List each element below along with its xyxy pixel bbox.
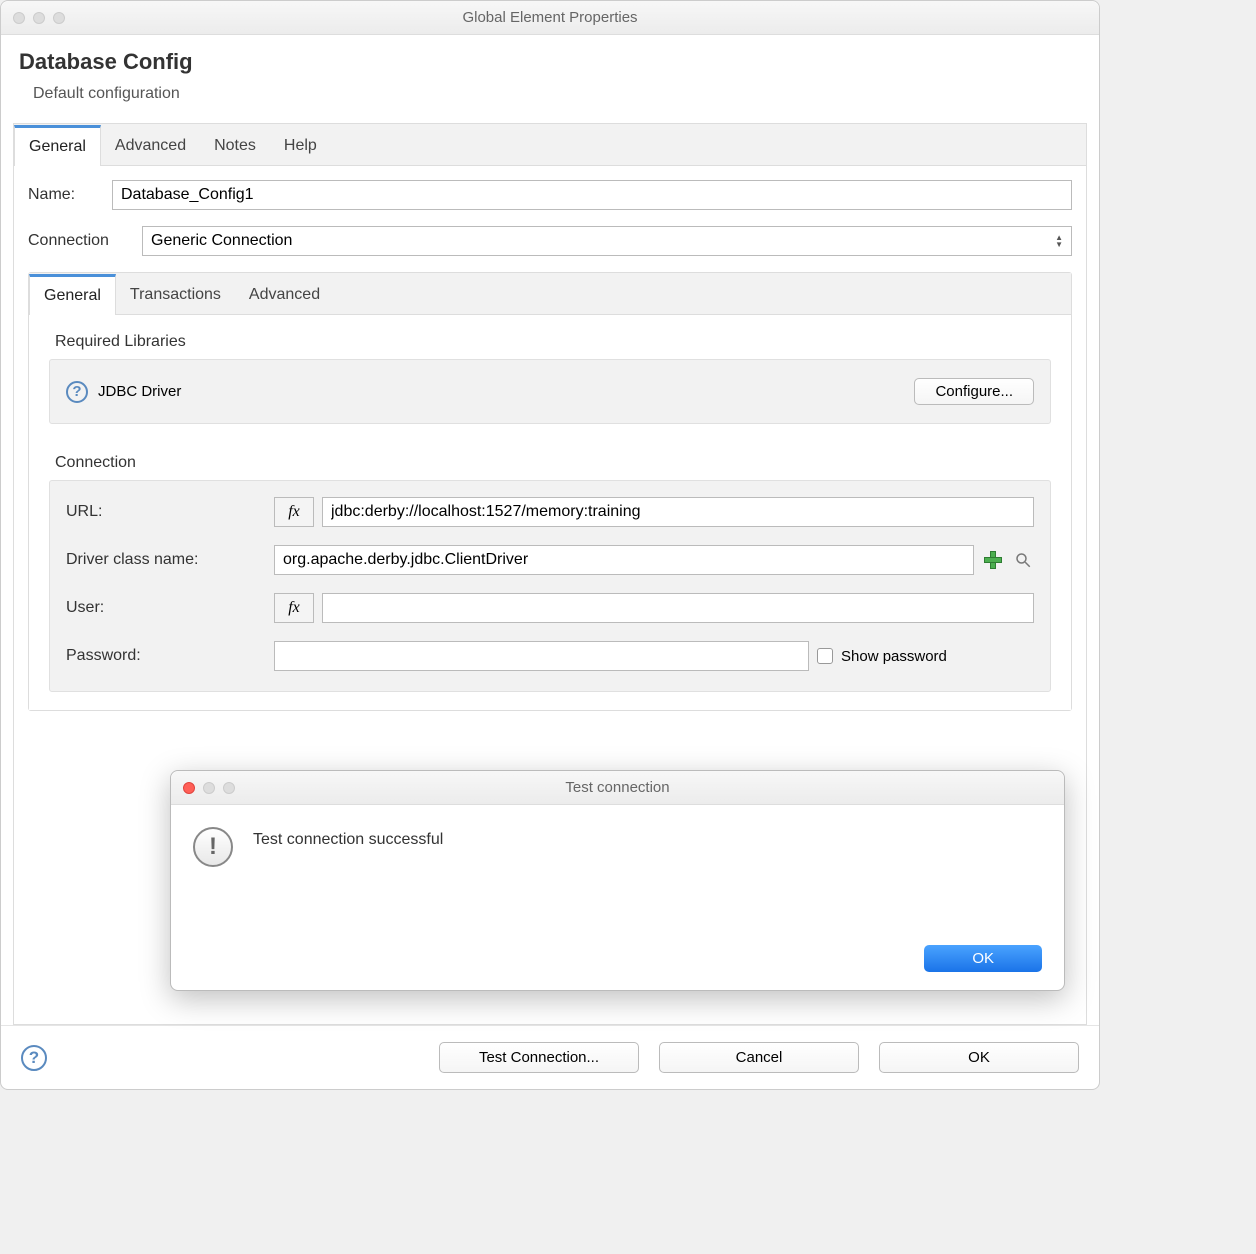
plus-icon (984, 551, 1002, 569)
inner-tab-general[interactable]: General (29, 274, 116, 315)
inner-tab-transactions[interactable]: Transactions (116, 273, 235, 314)
inner-tab-content: Required Libraries ? JDBC Driver Configu… (29, 315, 1071, 710)
test-connection-dialog: Test connection ! Test connection succes… (170, 770, 1065, 991)
zoom-window-icon[interactable] (53, 12, 65, 24)
name-input[interactable] (112, 180, 1072, 210)
modal-minimize-icon[interactable] (203, 782, 215, 794)
tab-help[interactable]: Help (270, 124, 331, 165)
show-password-label: Show password (841, 648, 947, 665)
close-window-icon[interactable] (13, 12, 25, 24)
add-driver-button[interactable] (982, 549, 1004, 571)
modal-title: Test connection (171, 779, 1064, 796)
user-input[interactable] (322, 593, 1034, 623)
show-password-checkbox[interactable] (817, 648, 833, 664)
test-connection-button[interactable]: Test Connection... (439, 1042, 639, 1073)
user-label: User: (66, 599, 266, 617)
inner-panel: General Transactions Advanced Required L… (28, 272, 1072, 711)
inner-tabbar: General Transactions Advanced (29, 273, 1071, 315)
select-updown-icon: ▲▼ (1055, 234, 1063, 248)
search-driver-button[interactable] (1012, 549, 1034, 571)
configure-button[interactable]: Configure... (914, 378, 1034, 405)
password-input[interactable] (274, 641, 809, 671)
main-titlebar: Global Element Properties (1, 1, 1099, 35)
modal-message: Test connection successful (253, 827, 1036, 867)
connection-box: URL: fx Driver class name: (49, 480, 1051, 692)
url-fx-button[interactable]: fx (274, 497, 314, 527)
tab-notes[interactable]: Notes (200, 124, 270, 165)
cancel-button[interactable]: Cancel (659, 1042, 859, 1073)
minimize-window-icon[interactable] (33, 12, 45, 24)
bottom-bar: ? Test Connection... Cancel OK (1, 1025, 1099, 1089)
inner-tab-advanced[interactable]: Advanced (235, 273, 334, 314)
modal-body: ! Test connection successful (171, 805, 1064, 885)
driver-class-label: Driver class name: (66, 551, 266, 569)
window-title: Global Element Properties (1, 9, 1099, 26)
url-label: URL: (66, 503, 266, 521)
name-label: Name: (28, 186, 98, 204)
tab-advanced[interactable]: Advanced (101, 124, 200, 165)
help-icon[interactable]: ? (21, 1045, 47, 1071)
tab-general[interactable]: General (14, 125, 101, 166)
modal-zoom-icon[interactable] (223, 782, 235, 794)
required-libraries-box: ? JDBC Driver Configure... (49, 359, 1051, 424)
connection-select[interactable]: Generic Connection ▲▼ (142, 226, 1072, 256)
alert-icon: ! (193, 827, 233, 867)
required-libraries-title: Required Libraries (49, 333, 1051, 351)
modal-titlebar: Test connection (171, 771, 1064, 805)
driver-class-input[interactable] (274, 545, 974, 575)
magnifier-icon (1014, 551, 1032, 569)
driver-help-icon[interactable]: ? (66, 381, 88, 403)
page-subtitle: Default configuration (19, 85, 1081, 103)
password-label: Password: (66, 647, 266, 665)
ok-button[interactable]: OK (879, 1042, 1079, 1073)
modal-footer: OK (171, 945, 1064, 990)
outer-tabbar: General Advanced Notes Help (14, 124, 1086, 166)
modal-ok-button[interactable]: OK (924, 945, 1042, 972)
window-controls (13, 12, 65, 24)
header: Database Config Default configuration (1, 35, 1099, 123)
connection-select-value: Generic Connection (151, 232, 292, 250)
user-fx-button[interactable]: fx (274, 593, 314, 623)
page-title: Database Config (19, 49, 1081, 75)
connection-label: Connection (28, 232, 128, 250)
modal-window-controls (183, 782, 235, 794)
url-input[interactable] (322, 497, 1034, 527)
modal-close-icon[interactable] (183, 782, 195, 794)
jdbc-driver-label: JDBC Driver (98, 383, 181, 400)
connection-section-title: Connection (49, 454, 1051, 472)
